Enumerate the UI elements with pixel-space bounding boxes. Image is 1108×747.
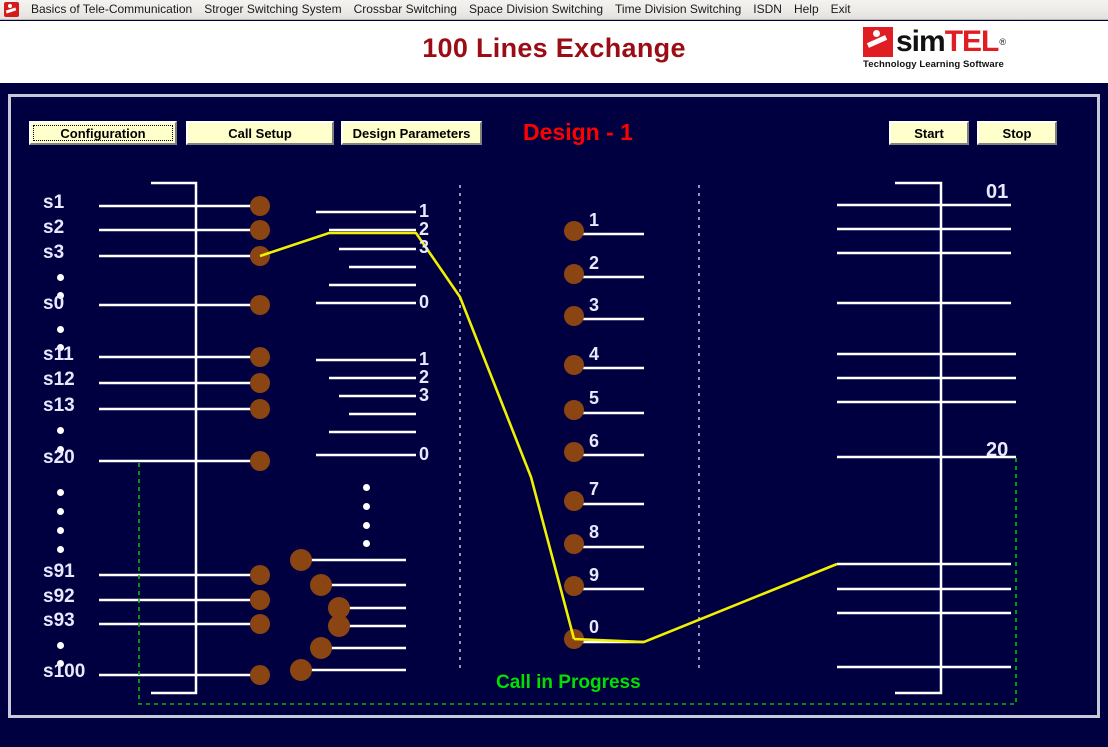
connector-digit-0: 0 [589,617,600,637]
menu-item-help[interactable]: Help [788,0,825,19]
connector-digit-7: 7 [589,479,600,499]
connector-digit-4: 4 [589,344,600,364]
connector-digit-9: 9 [589,565,600,585]
simulation-panel: Configuration Call Setup Design Paramete… [8,94,1100,718]
ellipsis-dot [57,527,64,534]
subscriber-label-s91: s91 [43,561,75,582]
subscriber-label-s3: s3 [43,242,65,263]
subscriber-label-s1: s1 [43,192,65,213]
menu-item-crossbar-switching[interactable]: Crossbar Switching [348,0,463,19]
ellipsis-dot [57,427,64,434]
ellipsis-dot [57,642,64,649]
simtel-logo: sim TEL ® Technology Learning Software [863,25,1053,76]
ellipsis-dot [363,540,370,547]
outgoing-trunk-lines [837,181,1016,695]
selector-top-label-3: 3 [419,237,430,257]
first-selector-bank-bottom [316,358,416,457]
ellipsis-dot [363,522,370,529]
logo-text-sim: sim [896,25,946,58]
ellipsis-dot [57,546,64,553]
simtel-app-icon [4,2,19,17]
connector-bank-lines [576,232,644,644]
ellipsis-dot [363,503,370,510]
connector-digit-8: 8 [589,522,600,542]
subscriber-label-s13: s13 [43,395,75,416]
logo-text-tel: TEL [944,25,1000,58]
logo-tagline: Technology Learning Software [863,59,1004,70]
menu-item-exit[interactable]: Exit [825,0,857,19]
ellipsis-dot [57,326,64,333]
first-selector-contacts [290,549,350,681]
subscriber-label-s12: s12 [43,369,75,390]
simulation-canvas: Configuration Call Setup Design Paramete… [11,97,1097,715]
menu-item-space-division-switching[interactable]: Space Division Switching [463,0,609,19]
subscriber-label-s11: s11 [43,344,74,365]
connector-digit-2: 2 [589,253,600,273]
subscriber-label-s93: s93 [43,610,75,631]
menu-bar: Basics of Tele-Communication Stroger Swi… [0,0,1108,20]
switching-diagram [99,181,1017,705]
active-call-path [259,231,838,644]
menu-item-basics-of-telecommunication[interactable]: Basics of Tele-Communication [25,0,198,19]
ellipsis-dot [57,489,64,496]
subscriber-lines [99,181,259,695]
selector-bottom-label-3: 3 [419,385,430,405]
first-selector-bank-top [316,210,416,305]
app-window: Basics of Tele-Communication Stroger Swi… [0,0,1108,747]
logo-registered-mark: ® [999,37,1007,47]
subscriber-contacts [250,196,270,685]
header-band: 100 Lines Exchange sim TEL ® Technology … [0,21,1108,83]
ellipsis-dot [57,508,64,515]
outgoing-label-01: 01 [986,181,1009,203]
subscriber-label-s0: s0 [43,293,65,314]
menu-item-stroger-switching-system[interactable]: Stroger Switching System [198,0,347,19]
ellipsis-dot [57,274,64,281]
selector-top-label-0: 0 [419,292,430,312]
connector-digit-3: 3 [589,295,600,315]
connector-contacts [564,221,584,649]
subscriber-label-s100: s100 [43,661,86,682]
connector-digit-5: 5 [589,388,600,408]
subscriber-label-s2: s2 [43,217,65,238]
subscriber-label-s92: s92 [43,586,75,607]
simtel-logo-mark-icon [863,27,893,57]
connector-digit-6: 6 [589,431,600,451]
connector-digit-1: 1 [589,210,600,230]
menu-item-time-division-switching[interactable]: Time Division Switching [609,0,747,19]
selector-bottom-label-0: 0 [419,444,430,464]
outgoing-label-20: 20 [986,439,1009,461]
selector-boundary-lines [459,185,700,669]
subscriber-label-s20: s20 [43,447,75,468]
menu-item-isdn[interactable]: ISDN [747,0,788,19]
ellipsis-dot [363,484,370,491]
